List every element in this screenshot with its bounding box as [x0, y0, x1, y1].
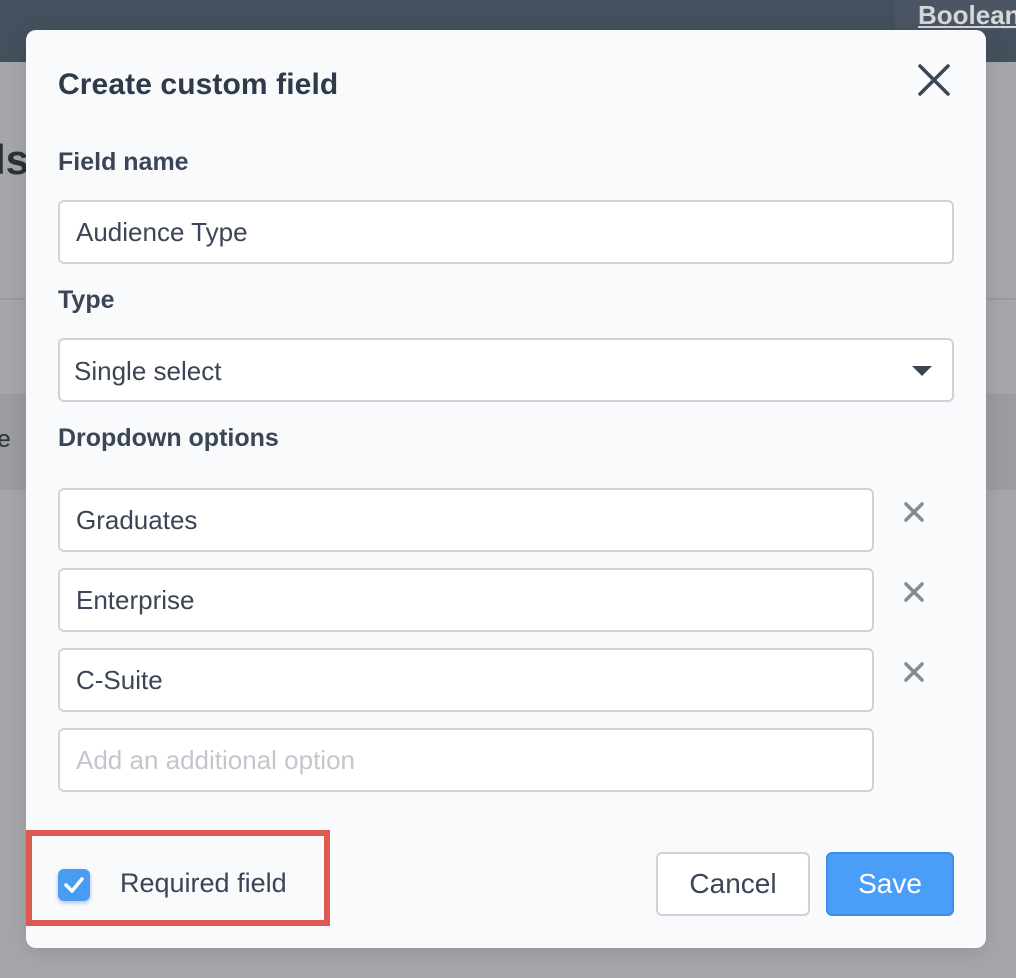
caret-down-icon — [912, 366, 932, 376]
dropdown-options-label: Dropdown options — [58, 424, 279, 452]
remove-icon — [904, 502, 924, 522]
remove-option-graduates-button[interactable] — [902, 500, 926, 524]
create-custom-field-modal: Create custom field Field name Type Sing… — [26, 30, 986, 948]
add-option-input[interactable] — [58, 728, 874, 792]
required-field-label: Required field — [120, 868, 287, 898]
background-boolean-link[interactable]: Boolean — [918, 0, 1016, 31]
remove-icon — [904, 582, 924, 602]
field-name-label: Field name — [58, 148, 189, 176]
field-name-input[interactable] — [58, 200, 954, 264]
background-page-heading: ds — [0, 136, 26, 183]
required-field-checkbox[interactable] — [58, 869, 90, 901]
option-input-enterprise[interactable] — [58, 568, 874, 632]
type-select-value: Single select — [74, 356, 222, 386]
cancel-button[interactable]: Cancel — [656, 852, 810, 916]
modal-title: Create custom field — [58, 68, 339, 101]
remove-option-c-suite-button[interactable] — [902, 660, 926, 684]
save-button[interactable]: Save — [826, 852, 954, 916]
background-divider-left — [0, 298, 26, 300]
checkmark-icon — [64, 877, 84, 893]
close-icon — [918, 64, 950, 96]
remove-icon — [904, 662, 924, 682]
option-input-c-suite[interactable] — [58, 648, 874, 712]
background-divider-right — [986, 298, 1016, 300]
type-label: Type — [58, 286, 115, 314]
option-input-graduates[interactable] — [58, 488, 874, 552]
remove-option-enterprise-button[interactable] — [902, 580, 926, 604]
background-column-label: le — [0, 426, 11, 453]
close-button[interactable] — [916, 62, 952, 98]
type-select[interactable]: Single select — [58, 338, 954, 402]
